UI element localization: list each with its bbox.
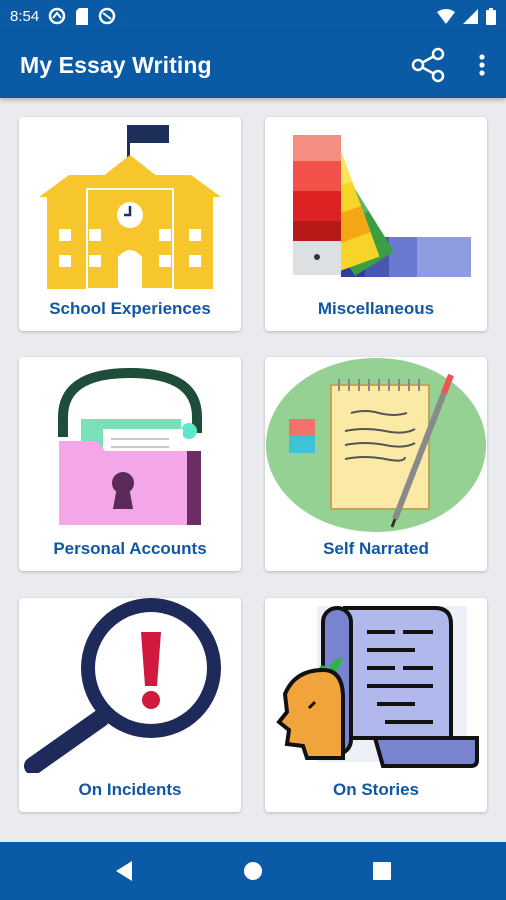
card-on-stories[interactable]: On Stories — [265, 598, 487, 812]
card-label: On Incidents — [78, 780, 182, 799]
school-building-icon — [39, 125, 221, 290]
category-grid: School Experiences Miscellaneous Persona… — [0, 98, 506, 842]
home-icon[interactable] — [229, 847, 277, 895]
app-title: My Essay Writing — [20, 51, 212, 78]
scroll-head-icon — [276, 606, 479, 768]
notepad-pencil-icon — [266, 358, 486, 532]
circle-cast-icon — [98, 7, 116, 25]
share-icon[interactable] — [408, 45, 448, 85]
cellular-signal-icon — [463, 8, 478, 24]
card-personal-accounts[interactable]: Personal Accounts — [19, 357, 241, 571]
battery-icon — [486, 7, 496, 25]
card-miscellaneous[interactable]: Miscellaneous — [265, 117, 487, 331]
card-label: School Experiences — [49, 299, 211, 318]
recents-icon[interactable] — [358, 847, 406, 895]
card-self-narrated[interactable]: Self Narrated — [265, 357, 487, 571]
color-swatches-icon — [293, 135, 471, 277]
card-label: Personal Accounts — [53, 539, 207, 558]
more-vert-icon[interactable] — [478, 53, 486, 77]
card-label: Self Narrated — [323, 539, 429, 558]
card-label: Miscellaneous — [317, 299, 435, 318]
sd-card-icon — [75, 7, 89, 25]
wifi-icon — [437, 8, 455, 24]
navigation-bar — [0, 842, 506, 900]
back-icon[interactable] — [100, 847, 148, 895]
circle-cast-icon — [48, 7, 66, 25]
locked-folder-icon — [58, 367, 202, 525]
app-bar: My Essay Writing — [0, 32, 506, 98]
magnifier-exclamation-icon — [24, 598, 221, 773]
status-time: 8:54 — [10, 7, 40, 25]
card-school-experiences[interactable]: School Experiences — [19, 117, 241, 331]
status-bar: 8:54 — [0, 0, 506, 32]
card-on-incidents[interactable]: On Incidents — [19, 598, 241, 812]
card-label: On Stories — [333, 780, 419, 799]
